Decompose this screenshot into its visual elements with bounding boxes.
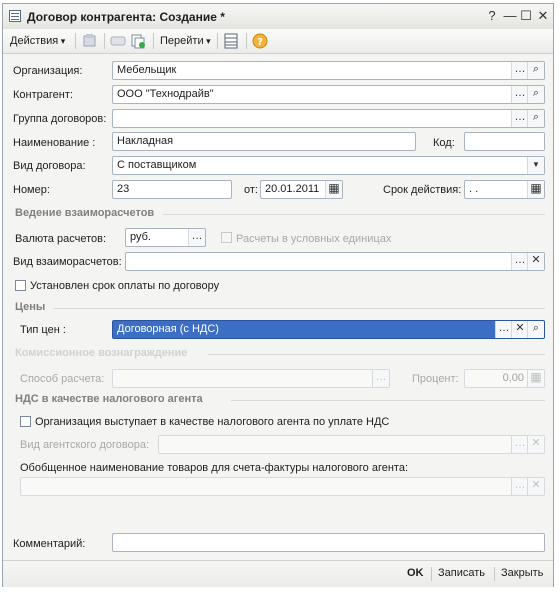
help-icon[interactable]: ? bbox=[252, 33, 268, 49]
document-icon bbox=[9, 10, 21, 22]
clear-icon[interactable]: ✕ bbox=[527, 478, 544, 495]
maximize-icon[interactable]: ☐ bbox=[518, 8, 534, 24]
conventional-units-label: Расчеты в условных единицах bbox=[236, 233, 392, 245]
payment-term-label: Установлен срок оплаты по договору bbox=[30, 280, 220, 292]
contract-type-label: Вид договора: bbox=[13, 160, 86, 172]
code-label: Код: bbox=[433, 137, 455, 149]
save-disabled-icon bbox=[83, 34, 96, 47]
comment-input[interactable] bbox=[112, 533, 545, 552]
choose-icon[interactable]: … bbox=[511, 478, 528, 495]
price-type-field[interactable]: Договорная (с НДС) … ✕ ⌕ bbox=[112, 320, 545, 339]
commission-section-header: Комиссионное вознаграждение bbox=[15, 347, 188, 359]
minimize-icon[interactable]: — bbox=[502, 8, 518, 24]
actions-menu-button[interactable]: Действия bbox=[10, 32, 65, 50]
window-title: Договор контрагента: Создание * bbox=[27, 10, 225, 24]
bottom-bar: OK Записать Закрыть bbox=[3, 560, 553, 587]
organization-field[interactable]: Мебельщик … ⌕ bbox=[112, 61, 545, 80]
contract-window: Договор контрагента: Создание * ? — ☐ ✕ … bbox=[2, 3, 554, 587]
counterparty-label: Контрагент: bbox=[13, 89, 73, 101]
link-disabled-icon bbox=[110, 36, 126, 46]
commission-percent-field[interactable]: 0,00 ▦ bbox=[464, 369, 545, 388]
clear-icon[interactable]: ✕ bbox=[527, 253, 544, 270]
search-icon[interactable]: ⌕ bbox=[527, 321, 544, 338]
dropdown-icon[interactable]: ▼ bbox=[527, 157, 544, 174]
agent-contract-type-field[interactable]: … ✕ bbox=[158, 435, 545, 454]
contract-type-select[interactable]: С поставщиком ▼ bbox=[112, 156, 545, 175]
svg-text:?: ? bbox=[257, 37, 263, 48]
title-bar: Договор контрагента: Создание * ? — ☐ ✕ bbox=[3, 4, 553, 30]
commission-method-label: Способ расчета: bbox=[20, 373, 105, 385]
organization-label: Организация: bbox=[13, 65, 83, 77]
calendar-icon[interactable]: ▦ bbox=[527, 181, 544, 198]
choose-icon[interactable]: … bbox=[511, 436, 528, 453]
settlements-section-header: Ведение взаиморасчетов bbox=[15, 207, 155, 219]
close-button[interactable]: Закрыть bbox=[501, 567, 543, 579]
number-input[interactable]: 23 bbox=[112, 180, 232, 199]
acts-as-agent-checkbox[interactable] bbox=[20, 416, 31, 427]
settlement-type-label: Вид взаиморасчетов: bbox=[13, 256, 122, 268]
date-input[interactable]: 20.01.2011 ▦ bbox=[260, 180, 343, 199]
save-button[interactable]: Записать bbox=[438, 567, 485, 579]
currency-field[interactable]: руб. … bbox=[125, 228, 206, 247]
choose-icon[interactable]: … bbox=[511, 253, 528, 270]
acts-as-agent-label: Организация выступает в качестве налогов… bbox=[35, 416, 390, 428]
payment-term-checkbox[interactable] bbox=[15, 280, 26, 291]
date-label: от: bbox=[244, 184, 258, 196]
agent-contract-type-label: Вид агентского договора: bbox=[20, 439, 150, 451]
choose-icon[interactable]: … bbox=[188, 229, 205, 246]
comment-label: Комментарий: bbox=[13, 538, 86, 550]
search-icon[interactable]: ⌕ bbox=[527, 110, 544, 127]
code-input[interactable] bbox=[464, 132, 545, 151]
number-label: Номер: bbox=[13, 184, 50, 196]
name-input[interactable]: Накладная bbox=[112, 132, 416, 151]
close-icon[interactable]: ✕ bbox=[535, 8, 551, 24]
validity-input[interactable]: . . ▦ bbox=[464, 180, 545, 199]
calendar-icon[interactable]: ▦ bbox=[325, 181, 342, 198]
name-label: Наименование : bbox=[13, 137, 96, 149]
currency-label: Валюта расчетов: bbox=[15, 233, 106, 245]
choose-icon[interactable]: … bbox=[495, 321, 512, 338]
clear-icon[interactable]: ✕ bbox=[511, 321, 528, 338]
price-type-label: Тип цен : bbox=[20, 324, 66, 336]
choose-icon[interactable]: … bbox=[511, 86, 528, 103]
prices-section-header: Цены bbox=[15, 301, 46, 313]
commission-method-field[interactable]: … bbox=[112, 369, 390, 388]
toolbar: Действия Перейти ? bbox=[3, 29, 553, 54]
clear-icon[interactable]: ✕ bbox=[527, 436, 544, 453]
goto-menu-button[interactable]: Перейти bbox=[160, 32, 211, 50]
goods-name-label: Обобщенное наименование товаров для счет… bbox=[20, 462, 409, 474]
vat-agent-section-header: НДС в качестве налогового агента bbox=[15, 393, 203, 405]
goods-name-field[interactable]: … ✕ bbox=[20, 477, 545, 496]
help-window-icon[interactable]: ? bbox=[484, 8, 500, 24]
contract-group-field[interactable]: … ⌕ bbox=[112, 109, 545, 128]
settlement-type-field[interactable]: … ✕ bbox=[125, 252, 545, 271]
search-icon[interactable]: ⌕ bbox=[527, 86, 544, 103]
choose-icon[interactable]: … bbox=[511, 62, 528, 79]
calculator-icon[interactable]: ▦ bbox=[527, 370, 544, 387]
choose-icon[interactable]: … bbox=[372, 370, 389, 387]
copy-icon[interactable] bbox=[130, 33, 146, 49]
choose-icon[interactable]: … bbox=[511, 110, 528, 127]
commission-percent-label: Процент: bbox=[412, 373, 459, 385]
ok-button[interactable]: OK bbox=[407, 567, 424, 579]
search-icon[interactable]: ⌕ bbox=[527, 62, 544, 79]
validity-label: Срок действия: bbox=[383, 184, 462, 196]
structure-icon[interactable] bbox=[223, 33, 239, 49]
conventional-units-checkbox[interactable] bbox=[221, 232, 232, 243]
counterparty-field[interactable]: ООО "Технодрайв" … ⌕ bbox=[112, 85, 545, 104]
contract-group-label: Группа договоров: bbox=[13, 113, 107, 125]
